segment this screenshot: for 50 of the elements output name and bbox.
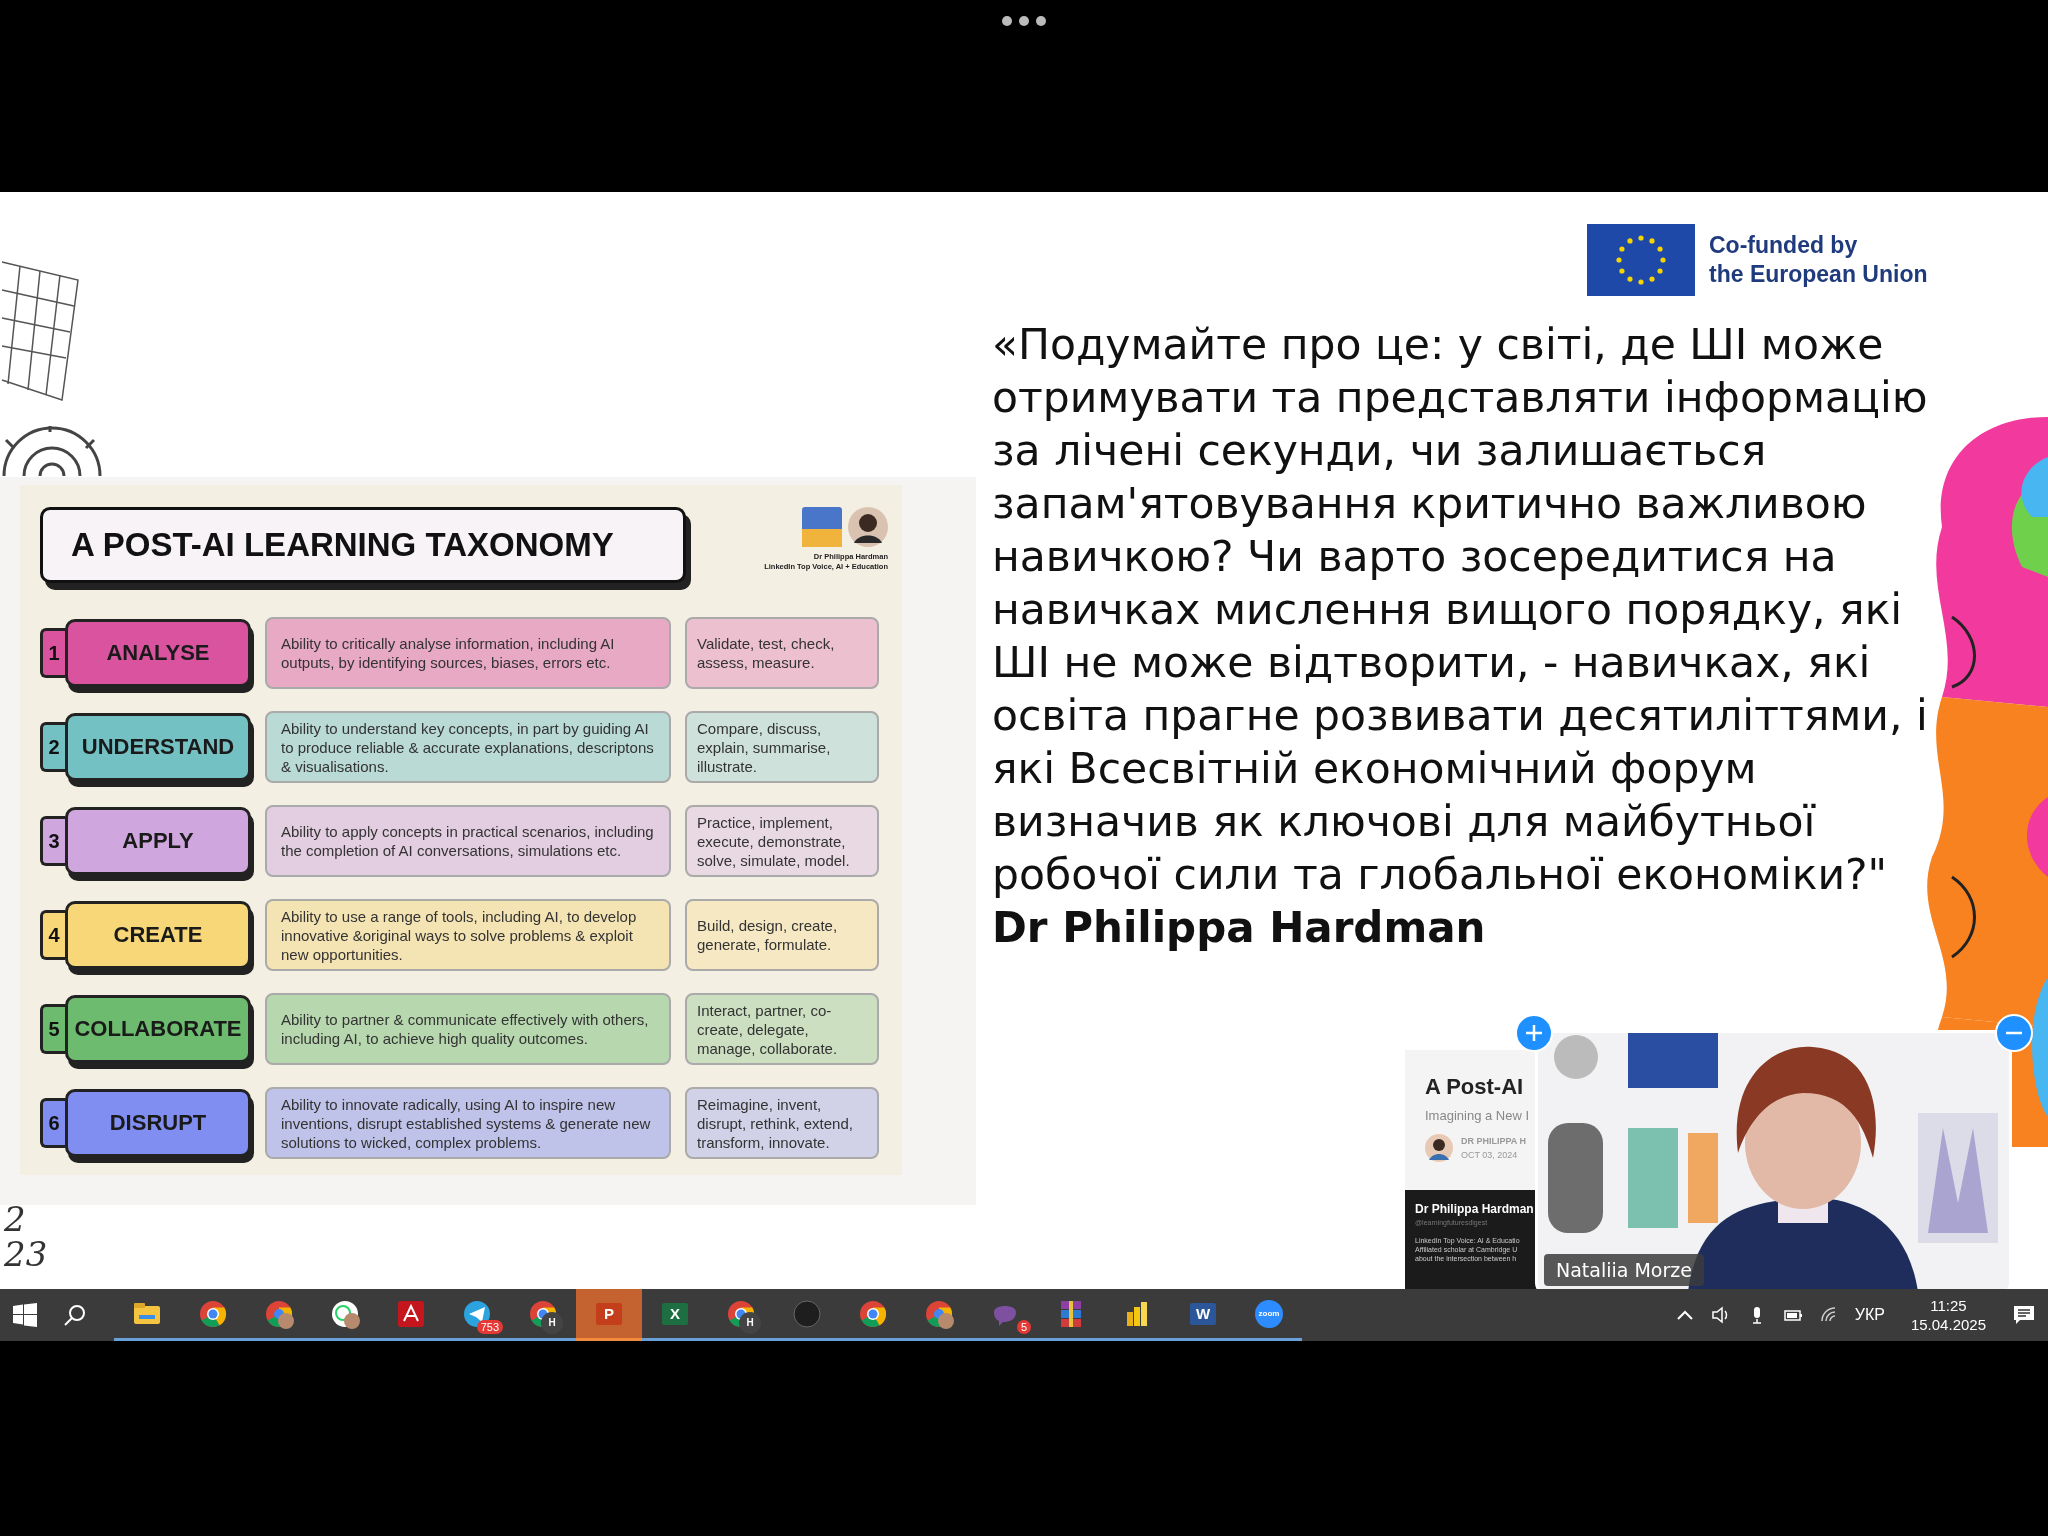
skill-verbs: Practice, implement, execute, demonstrate, solve, simulate, model. (685, 805, 879, 877)
skill-description: Ability to apply concepts in practical scenarios, including the completion of AI conversations, simulations etc. (265, 805, 671, 877)
taskbar-app-button[interactable]: 753 (444, 1289, 510, 1341)
clock[interactable]: 11:25 15.04.2025 (1910, 1296, 1986, 1334)
add-button[interactable] (1515, 1014, 1553, 1052)
taskbar-app-button[interactable]: H (708, 1289, 774, 1341)
skill-verbs: Interact, partner, co-create, delegate, manage, collaborate. (685, 993, 879, 1065)
handwritten-number: 2 (4, 1202, 26, 1236)
article-author: DR PHILIPPA H (1461, 1136, 1526, 1146)
skill-description: Ability to partner & communicate effectively with others, including AI, to achieve high quality outcomes. (265, 993, 671, 1065)
skill-description: Ability to use a range of tools, including AI, to develop innovative &original ways to solve problems & exploit new opportunities. (265, 899, 671, 971)
skill-verbs: Build, design, create, generate, formulate. (685, 899, 879, 971)
article-date: OCT 03, 2024 (1461, 1150, 1519, 1160)
step-number: 6 (40, 1098, 65, 1148)
avatar-icon (1425, 1134, 1453, 1162)
input-language[interactable]: УКР (1854, 1306, 1885, 1324)
eu-funding-label: the European Union (1709, 260, 1928, 289)
avatar-icon (848, 507, 888, 547)
step-number: 5 (40, 1004, 65, 1054)
more-options-icon[interactable] (1000, 14, 1048, 28)
video-call-icon (1253, 1297, 1285, 1330)
taskbar-app-button[interactable]: P (576, 1289, 642, 1341)
skill-verbs: Compare, discuss, explain, summarise, illustrate. (685, 711, 879, 783)
taskbar-app-button[interactable]: W (1170, 1289, 1236, 1341)
skill-description: Ability to critically analyse information, including AI outputs, by identifying sources, biases, errors etc. (265, 617, 671, 689)
eu-funding-label: Co-funded by (1709, 231, 1859, 260)
step-number: 1 (40, 628, 65, 678)
handwritten-number: 23 (4, 1237, 48, 1271)
participant-name: Nataliia Morze (1544, 1254, 1704, 1286)
minimize-button[interactable] (1995, 1014, 2033, 1052)
step-number: 2 (40, 722, 65, 772)
logo-icon (802, 507, 842, 547)
step-number: 4 (40, 910, 65, 960)
bio-name: Dr Philippa Hardman (1415, 1202, 1535, 1216)
skill-description: Ability to understand key concepts, in part by guiding AI to produce reliable & accurate explanations, descriptons & visualisations. (265, 711, 671, 783)
eu-flag-icon (1587, 224, 1695, 296)
taskbar-app-button[interactable]: X (642, 1289, 708, 1341)
circle-icon (791, 1297, 823, 1330)
notifications-icon[interactable] (2012, 1304, 2036, 1326)
taskbar-app-button[interactable]: 5 (972, 1289, 1038, 1341)
article-title: A Post-AI (1425, 1074, 1524, 1100)
skill-description: Ability to innovate radically, using AI to inspire new inventions, disrupt established systems & generate new solutions to wicked, complex problems. (265, 1087, 671, 1159)
article-subtitle: Imagining a New I (1425, 1108, 1530, 1123)
step-number: 3 (40, 816, 65, 866)
skill-verbs: Reimagine, invent, disrupt, rethink, extend, transform, innovate. (685, 1087, 879, 1159)
skill-verbs: Validate, test, check, assess, measure. (685, 617, 879, 689)
quote-text: «Подумайте про це: у світі, де ШІ може отримувати та представляти інформацію за лічені секунди, чи залишається запам'ятовування критично важливою навичкою? Чи варто зосередитися на навичках мислення вищого порядку, які ШІ не може відтворити, - навичках, які освіта прагне розвивати десятиліттями, і які Всесвітній економічний форум визначив як ключові для майбутньої робочої сили та глобальної економіки?" (992, 319, 1929, 901)
search-icon (64, 1304, 86, 1326)
quote-author: Dr Philippa Hardman (992, 902, 1486, 954)
windows-logo-icon (13, 1303, 37, 1327)
